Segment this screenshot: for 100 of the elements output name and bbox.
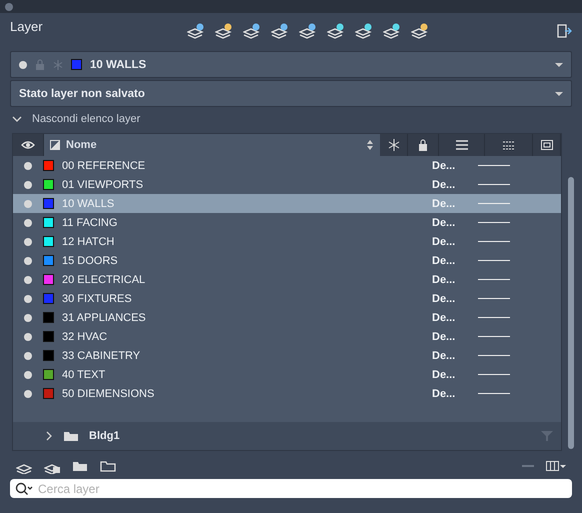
- linetype-name: De...: [432, 216, 456, 228]
- lineweight-line: [478, 184, 510, 186]
- layer-state-dropdown[interactable]: Stato layer non salvato: [10, 80, 572, 107]
- visibility-icon[interactable]: [24, 332, 32, 340]
- visibility-icon[interactable]: [24, 218, 32, 226]
- layer-name: 31 APPLIANCES: [62, 312, 147, 324]
- current-layer-name: 10 WALLS: [90, 58, 148, 70]
- lineweight-line: [478, 336, 510, 338]
- plot-style-icon: [540, 140, 552, 150]
- layer-row[interactable]: 15 DOORS De...: [13, 251, 561, 270]
- lineweight-line: [478, 374, 510, 376]
- layer-name: 00 REFERENCE: [62, 160, 146, 172]
- linetype-name: De...: [432, 178, 456, 190]
- layer-row[interactable]: 40 TEXT De...: [13, 365, 561, 384]
- group-row[interactable]: Bldg1: [13, 422, 561, 450]
- folder-icon: [63, 430, 79, 442]
- caret-icon: [555, 90, 563, 96]
- filter-icon: [541, 431, 553, 441]
- layer-color-swatch[interactable]: [43, 236, 54, 247]
- lineweight-line: [478, 392, 510, 394]
- sort-icon: [366, 139, 374, 151]
- current-layer-dropdown[interactable]: 10 WALLS: [10, 51, 572, 78]
- layer-color-swatch[interactable]: [43, 255, 54, 266]
- visibility-icon[interactable]: [24, 238, 32, 246]
- visibility-icon[interactable]: [24, 294, 32, 302]
- layer-name: 20 ELECTRICAL: [62, 274, 146, 286]
- group-name: Bldg1: [89, 430, 121, 442]
- layer-name: 50 DIEMENSIONS: [62, 388, 156, 400]
- visibility-icon[interactable]: [24, 390, 32, 398]
- layer-row[interactable]: 33 CABINETRY De...: [13, 346, 561, 365]
- visibility-icon[interactable]: [24, 352, 32, 360]
- layer-color-swatch[interactable]: [43, 312, 54, 323]
- caret-icon: [555, 62, 563, 68]
- linetype-name: De...: [432, 236, 456, 248]
- layer-list-toggle[interactable]: Nascondi elenco layer: [0, 107, 582, 131]
- window-dot-icon[interactable]: [5, 2, 13, 10]
- layer-row[interactable]: 12 HATCH De...: [13, 232, 561, 251]
- layer-type-icon: [50, 140, 60, 150]
- layer-list-toggle-label: Nascondi elenco layer: [32, 113, 140, 125]
- columns-icon[interactable]: [546, 460, 566, 472]
- layer-color-swatch[interactable]: [43, 217, 54, 228]
- search-icon: [15, 482, 33, 496]
- lineweight-line: [478, 164, 510, 166]
- layer-color-swatch[interactable]: [43, 198, 54, 209]
- layer-name: 01 VIEWPORTS: [62, 178, 144, 190]
- linetype-name: De...: [432, 254, 456, 266]
- lineweight-line: [478, 222, 510, 224]
- chevron-icon: [12, 115, 22, 123]
- search-field[interactable]: Cerca layer: [10, 479, 572, 498]
- layer-name: 32 HVAC: [62, 330, 108, 342]
- lineweight-line: [478, 298, 510, 300]
- layer-color-swatch[interactable]: [43, 179, 54, 190]
- layer-row[interactable]: 30 FIXTURES De...: [13, 289, 561, 308]
- dock-icon[interactable]: [556, 23, 572, 39]
- visibility-icon[interactable]: [24, 180, 32, 188]
- linetype-name: De...: [432, 312, 456, 324]
- layer-color-swatch[interactable]: [43, 388, 54, 399]
- chevron-icon: [45, 431, 53, 441]
- lock-icon: [35, 58, 45, 70]
- panel-title: Layer: [10, 19, 44, 34]
- linetype-name: De...: [432, 388, 456, 400]
- layer-name: 12 HATCH: [62, 236, 116, 248]
- layer-color-swatch[interactable]: [43, 350, 54, 361]
- layer-row[interactable]: 20 ELECTRICAL De...: [13, 270, 561, 289]
- lock-icon: [418, 139, 428, 151]
- snowflake-icon: [53, 58, 63, 70]
- layer-row[interactable]: 00 REFERENCE De...: [13, 156, 561, 175]
- scrollbar[interactable]: [568, 177, 574, 449]
- lineweight-line: [478, 240, 510, 242]
- visibility-icon[interactable]: [24, 314, 32, 322]
- linetype-name: De...: [432, 160, 456, 172]
- layer-row[interactable]: 32 HVAC De...: [13, 327, 561, 346]
- layer-name: 40 TEXT: [62, 368, 106, 380]
- layer-color-swatch[interactable]: [43, 293, 54, 304]
- eye-icon: [21, 140, 35, 150]
- layer-name: 30 FIXTURES: [62, 292, 133, 304]
- visibility-icon: [19, 60, 27, 68]
- layer-color-swatch[interactable]: [43, 331, 54, 342]
- layer-row[interactable]: 11 FACING De...: [13, 213, 561, 232]
- visibility-icon[interactable]: [24, 256, 32, 264]
- visibility-icon[interactable]: [24, 370, 32, 378]
- layer-row[interactable]: 50 DIEMENSIONS De...: [13, 384, 561, 403]
- linetype-name: De...: [432, 274, 456, 286]
- layer-name: 11 FACING: [62, 216, 118, 228]
- lineweight-line: [478, 202, 510, 204]
- linetype-icon: [502, 140, 514, 150]
- column-header[interactable]: Nome: [44, 134, 380, 156]
- layer-color-swatch[interactable]: [43, 369, 54, 380]
- linetype-name: De...: [432, 330, 456, 342]
- layer-color-swatch[interactable]: [43, 274, 54, 285]
- layer-name: 15 DOORS: [62, 254, 119, 266]
- layer-color-swatch[interactable]: [43, 160, 54, 171]
- lineweight-line: [478, 354, 510, 356]
- layer-row[interactable]: 31 APPLIANCES De...: [13, 308, 561, 327]
- visibility-icon[interactable]: [24, 276, 32, 284]
- lineweight-line: [478, 260, 510, 262]
- layer-row[interactable]: 01 VIEWPORTS De...: [13, 175, 561, 194]
- linetype-name: De...: [432, 292, 456, 304]
- layer-name: 33 CABINETRY: [62, 350, 142, 362]
- visibility-icon[interactable]: [24, 162, 32, 170]
